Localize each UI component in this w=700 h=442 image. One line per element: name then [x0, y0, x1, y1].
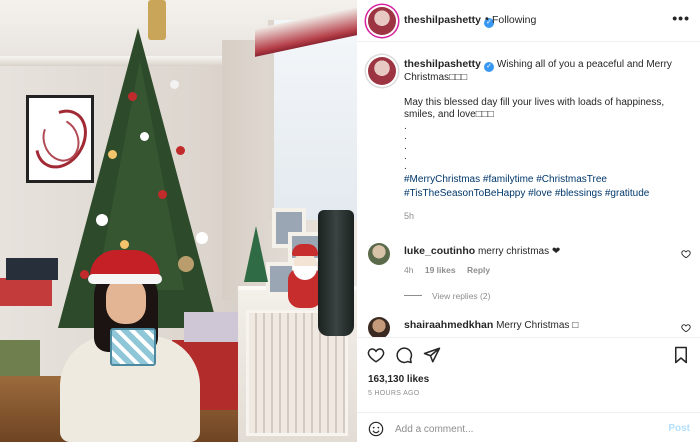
caption-avatar[interactable] — [368, 57, 396, 85]
comment-input[interactable] — [395, 420, 645, 438]
profile-avatar[interactable] — [368, 7, 396, 35]
caption-dot: . — [404, 160, 407, 172]
tree-topper — [148, 0, 166, 40]
gift-box — [0, 278, 52, 306]
comments-scroll-area[interactable]: theshilpashetty ✓ Wishing all of you a pe… — [357, 43, 700, 337]
likes-count[interactable]: 163,130 likes — [368, 374, 429, 385]
heart-icon[interactable] — [367, 346, 385, 364]
small-decor-tree — [244, 226, 268, 282]
comment-username[interactable]: shairaahmedkhan — [404, 319, 493, 331]
add-comment-bar: Post — [357, 412, 700, 442]
following-button[interactable]: Following — [492, 14, 536, 26]
comment-likes[interactable]: 19 likes — [425, 265, 456, 275]
comment-text: merry christmas ❤ — [477, 246, 561, 257]
ornament — [108, 150, 117, 159]
caption-dot: . — [404, 140, 407, 152]
ornament — [140, 132, 149, 141]
verified-badge-icon: ✓ — [484, 62, 495, 72]
comment-meta: 4h 19 likes Reply — [404, 265, 674, 275]
more-options-icon[interactable]: ••• — [672, 10, 690, 26]
post-side-panel: theshilpashetty ✓ • Following ••• theshil… — [357, 0, 700, 442]
ornament — [176, 146, 185, 155]
send-icon[interactable] — [423, 346, 441, 364]
hashtags-line1[interactable]: #MerryChristmas #familytime #ChristmasTr… — [404, 174, 689, 187]
dark-vase — [318, 210, 354, 336]
woman-in-santa-hat — [60, 250, 200, 442]
comment-text: Merry Christmas □ — [496, 320, 579, 331]
post-photo[interactable] — [0, 0, 357, 442]
hashtags-line2[interactable]: #TisTheSeasonToBeHappy #love #blessings … — [404, 188, 689, 201]
commenter-avatar[interactable] — [368, 243, 390, 265]
post-caption: theshilpashetty ✓ Wishing all of you a pe… — [404, 58, 689, 222]
ornament — [158, 190, 167, 199]
caption-dot: . — [404, 120, 407, 132]
held-gift-box — [110, 328, 156, 366]
view-replies-line — [404, 295, 422, 296]
header-username[interactable]: theshilpashetty ✓ — [404, 14, 495, 28]
separator-dot: • — [485, 13, 489, 25]
caption-text-line2: May this blessed day fill your lives wit… — [404, 96, 665, 121]
gift-box — [6, 258, 58, 280]
ornament — [128, 92, 137, 101]
comment-like-heart-icon[interactable] — [681, 249, 691, 259]
commenter-avatar[interactable] — [368, 317, 390, 337]
post-timestamp[interactable]: 5 HOURS AGO — [368, 390, 420, 397]
ornament — [196, 232, 208, 244]
post-comment-button[interactable]: Post — [668, 423, 690, 434]
view-replies-button[interactable]: View replies (2) — [404, 291, 490, 301]
caption-dot: . — [404, 150, 407, 162]
comment-username[interactable]: luke_coutinho — [404, 245, 475, 257]
reply-button[interactable]: Reply — [467, 265, 490, 275]
bookmark-icon[interactable] — [672, 346, 690, 364]
gift-box — [0, 340, 40, 376]
caption-timestamp[interactable]: 5h — [404, 210, 689, 223]
caption-username[interactable]: theshilpashetty ✓ — [404, 58, 495, 72]
comment-body: shairaahmedkhan Merry Christmas □ — [404, 319, 674, 331]
comment-time[interactable]: 4h — [404, 265, 413, 275]
ornament — [96, 214, 108, 226]
ornament — [120, 240, 129, 249]
post-header: theshilpashetty ✓ • Following ••• — [357, 0, 700, 42]
ornament — [170, 80, 179, 89]
comment-icon[interactable] — [395, 346, 413, 364]
comment-body: luke_coutinho merry christmas ❤ 4h 19 li… — [404, 245, 674, 275]
comment-like-heart-icon[interactable] — [681, 323, 691, 333]
caption-dot: . — [404, 130, 407, 142]
smiley-icon[interactable] — [368, 421, 384, 437]
